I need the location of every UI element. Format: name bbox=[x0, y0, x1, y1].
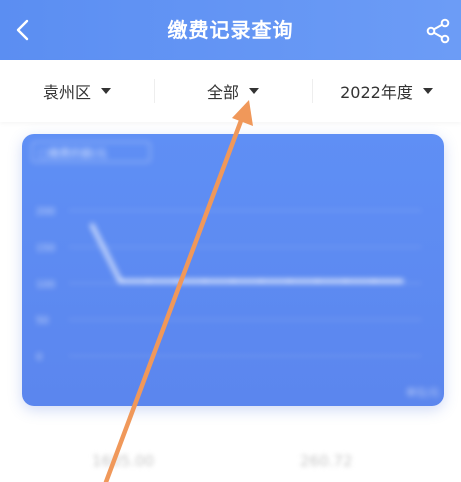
year-dropdown[interactable]: 2022年度 bbox=[312, 60, 461, 122]
total-paid-value: 1605.00 bbox=[92, 452, 155, 470]
data-point bbox=[315, 279, 320, 284]
legend-label: □缴费的额/元 bbox=[38, 146, 107, 160]
y-tick-label: 200 bbox=[36, 207, 55, 218]
data-point bbox=[400, 279, 404, 284]
data-point bbox=[259, 279, 264, 284]
unit-watermark: 单位/元 bbox=[406, 386, 439, 399]
data-point bbox=[343, 279, 348, 284]
data-point bbox=[146, 279, 151, 284]
data-point bbox=[118, 279, 123, 284]
caret-down-icon bbox=[249, 88, 259, 94]
y-tick-label: 0 bbox=[36, 352, 42, 363]
type-label: 全部 bbox=[206, 83, 239, 102]
total-balance-value: 260.72 bbox=[300, 452, 353, 470]
data-point bbox=[371, 279, 376, 284]
y-tick-label: 100 bbox=[36, 279, 55, 290]
y-tick-label: 150 bbox=[36, 243, 55, 254]
data-point bbox=[174, 279, 179, 284]
page-title: 缴费记录查询 bbox=[167, 18, 294, 42]
data-point bbox=[230, 279, 235, 284]
year-label: 2022年度 bbox=[340, 83, 413, 102]
type-dropdown[interactable]: 全部 bbox=[154, 60, 312, 122]
data-point bbox=[202, 279, 207, 284]
data-point bbox=[90, 223, 94, 228]
y-tick-label: 50 bbox=[36, 316, 49, 327]
payment-chart-card: □缴费的额/元 单位/元 200 150 100 50 0 bbox=[22, 134, 444, 406]
app-header: 缴费记录查询 bbox=[0, 0, 461, 60]
district-label: 袁州区 bbox=[42, 83, 91, 102]
district-dropdown[interactable]: 袁州区 bbox=[0, 60, 154, 122]
caret-down-icon bbox=[101, 88, 111, 94]
chart-blur-layer: □缴费的额/元 单位/元 200 150 100 50 0 bbox=[22, 134, 444, 406]
share-icon[interactable] bbox=[425, 18, 451, 44]
series-line bbox=[90, 224, 402, 284]
caret-down-icon bbox=[422, 88, 433, 94]
payment-line-chart: □缴费的额/元 单位/元 200 150 100 50 0 bbox=[31, 141, 439, 399]
filter-bar: 袁州区 全部 2022年度 bbox=[0, 60, 461, 122]
data-point bbox=[287, 279, 292, 284]
